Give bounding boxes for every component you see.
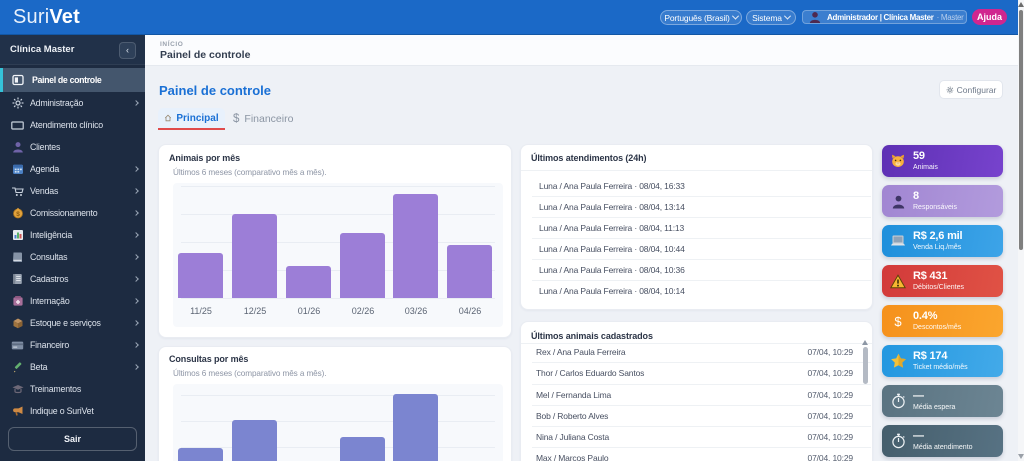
svg-text:$: $ bbox=[16, 211, 20, 218]
